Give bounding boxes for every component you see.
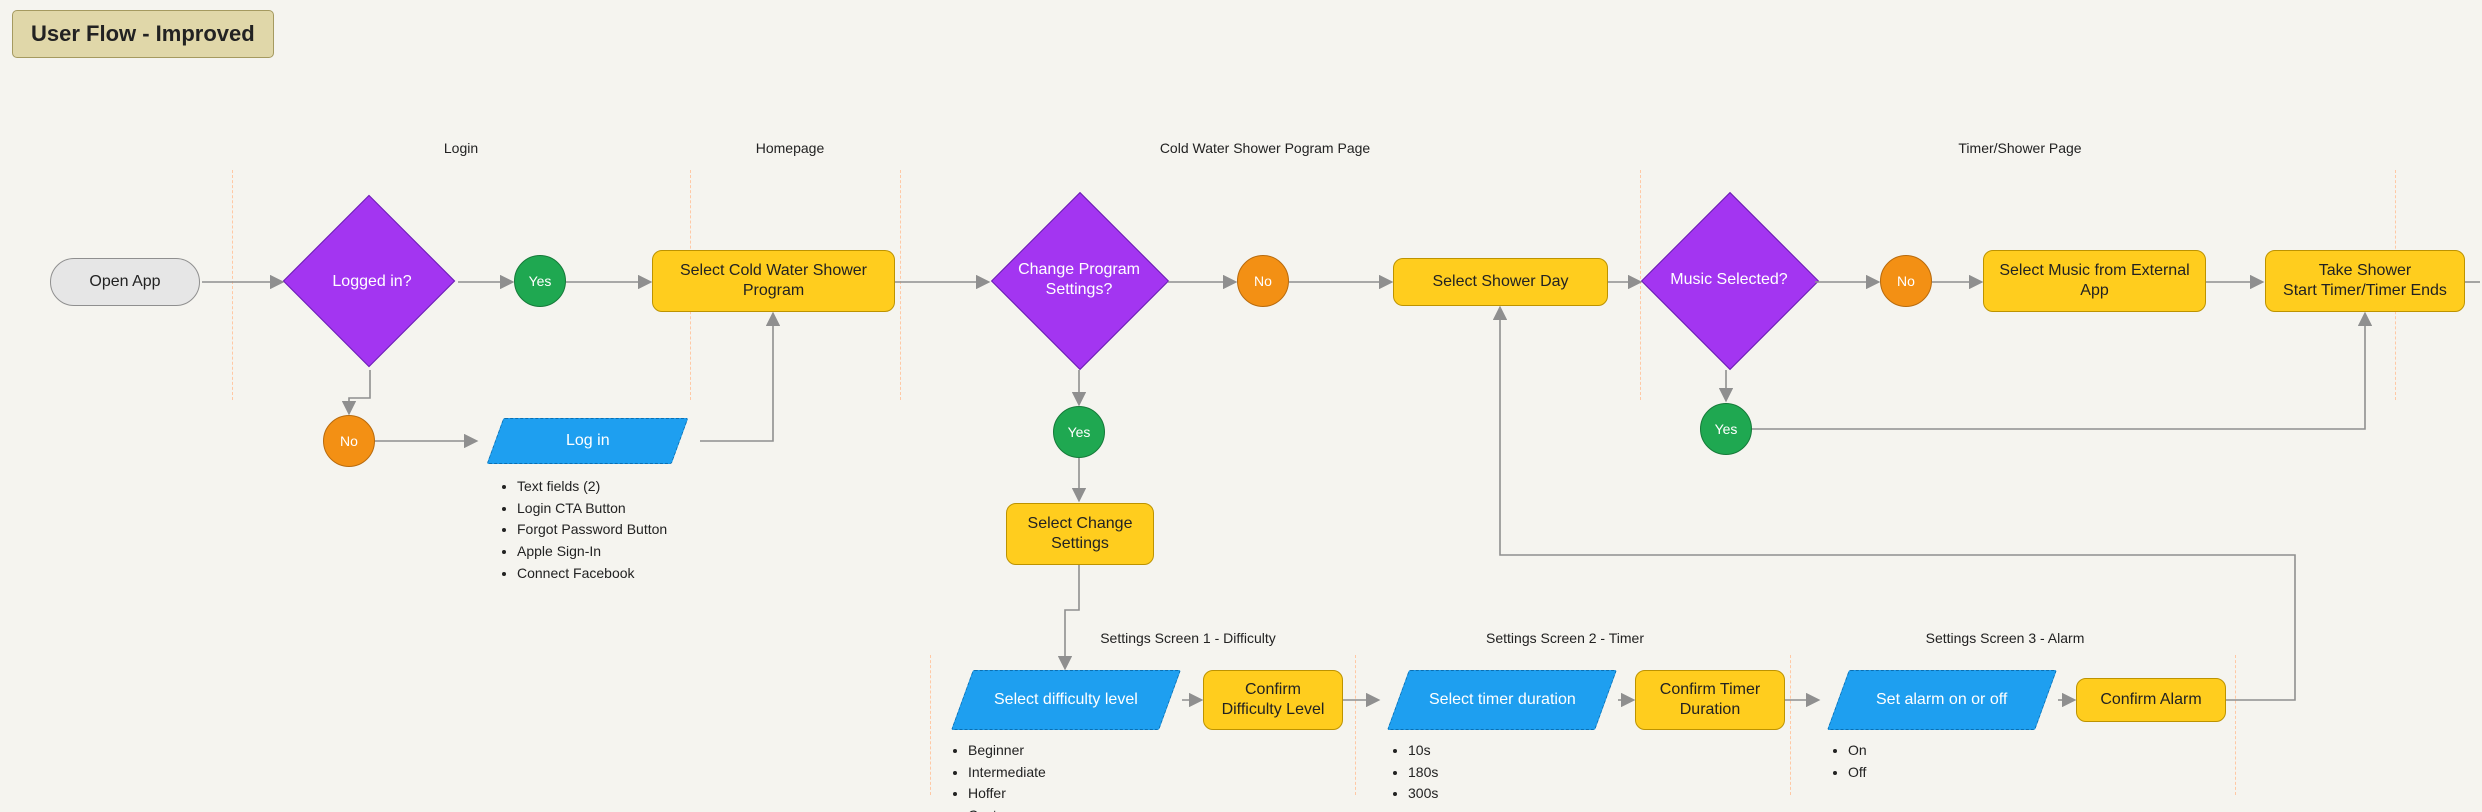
node-no-1[interactable]: No xyxy=(323,415,375,467)
node-confirm-timer[interactable]: Confirm Timer Duration xyxy=(1635,670,1785,730)
note-login: Text fields (2) Login CTA Button Forgot … xyxy=(497,476,667,584)
node-login[interactable]: Log in xyxy=(487,418,689,464)
node-select-timer[interactable]: Select timer duration xyxy=(1387,670,1617,730)
node-select-difficulty[interactable]: Select difficulty level xyxy=(951,670,1181,730)
node-open-app[interactable]: Open App xyxy=(50,258,200,306)
node-yes-2[interactable]: Yes xyxy=(1053,406,1105,458)
page-title: User Flow - Improved xyxy=(12,10,274,58)
vsep xyxy=(900,170,901,400)
note-alarm: On Off xyxy=(1828,740,1867,783)
node-select-program[interactable]: Select Cold Water Shower Program xyxy=(652,250,895,312)
section-s1: Settings Screen 1 - Difficulty xyxy=(1100,630,1276,646)
node-confirm-difficulty[interactable]: Confirm Difficulty Level xyxy=(1203,670,1343,730)
node-confirm-alarm[interactable]: Confirm Alarm xyxy=(2076,678,2226,722)
node-select-music[interactable]: Select Music from External App xyxy=(1983,250,2206,312)
node-no-2[interactable]: No xyxy=(1237,255,1289,307)
vsep xyxy=(1640,170,1641,400)
vsep xyxy=(930,655,931,795)
section-program: Cold Water Shower Pogram Page xyxy=(1160,140,1370,156)
note-timer: 10s 180s 300s xyxy=(1388,740,1438,805)
flow-canvas: User Flow - Improved Login Homepage Cold… xyxy=(0,0,2482,812)
node-yes-1[interactable]: Yes xyxy=(514,255,566,307)
section-s2: Settings Screen 2 - Timer xyxy=(1486,630,1644,646)
node-take-shower[interactable]: Take Shower Start Timer/Timer Ends xyxy=(2265,250,2465,312)
node-set-alarm[interactable]: Set alarm on or off xyxy=(1827,670,2057,730)
section-s3: Settings Screen 3 - Alarm xyxy=(1926,630,2085,646)
section-login: Login xyxy=(444,140,478,156)
vsep xyxy=(1790,655,1791,795)
vsep xyxy=(232,170,233,400)
section-timer: Timer/Shower Page xyxy=(1958,140,2081,156)
vsep xyxy=(2235,655,2236,795)
node-yes-3[interactable]: Yes xyxy=(1700,403,1752,455)
vsep xyxy=(1355,655,1356,795)
section-homepage: Homepage xyxy=(756,140,825,156)
node-select-day[interactable]: Select Shower Day xyxy=(1393,258,1608,306)
note-difficulty: Beginner Intermediate Hoffer Custom xyxy=(948,740,1046,812)
node-select-change[interactable]: Select Change Settings xyxy=(1006,503,1154,565)
node-no-3[interactable]: No xyxy=(1880,255,1932,307)
